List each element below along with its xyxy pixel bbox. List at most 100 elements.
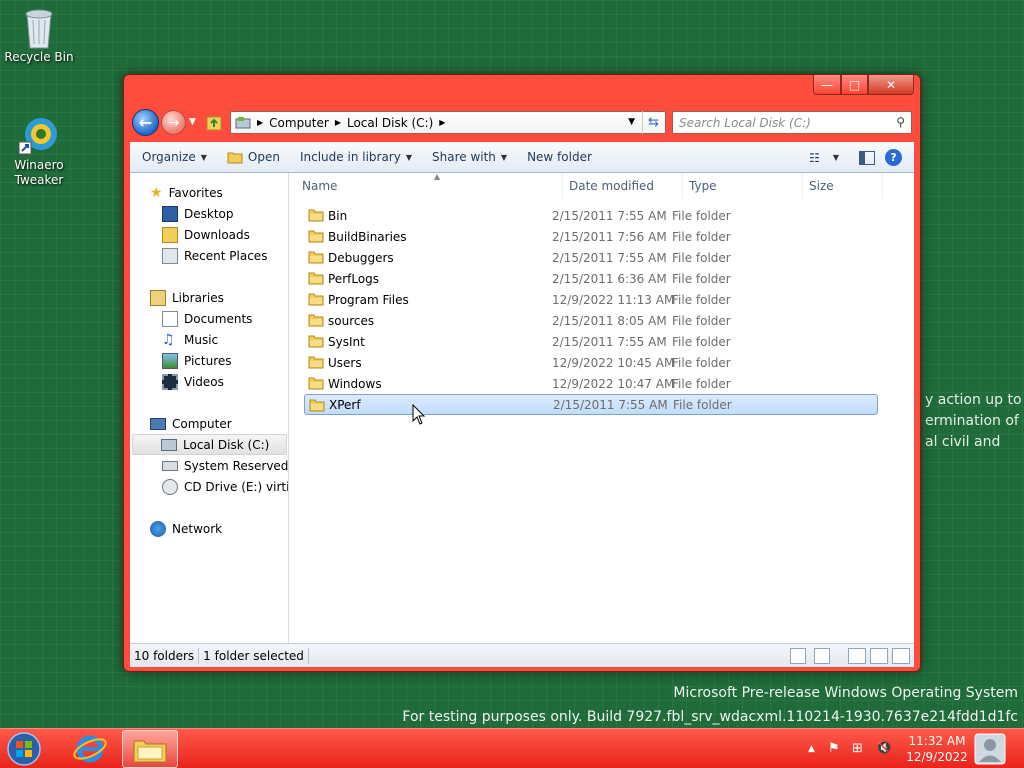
table-row[interactable]: BuildBinaries 2/15/2011 7:56 AM File folde… bbox=[304, 226, 878, 247]
table-row[interactable]: Debuggers 2/15/2011 7:55 AM File folder bbox=[304, 247, 878, 268]
user-avatar-icon[interactable] bbox=[972, 731, 1008, 767]
minimize-button[interactable]: — bbox=[813, 75, 841, 95]
file-name: PerfLogs bbox=[328, 271, 380, 286]
nav-computer-label: Computer bbox=[172, 416, 232, 431]
new-folder-label: New folder bbox=[527, 150, 592, 164]
chevron-down-icon: ▼ bbox=[200, 152, 207, 162]
column-header-type[interactable]: Type bbox=[683, 173, 803, 199]
breadcrumb-separator[interactable]: ▶ bbox=[335, 118, 341, 127]
search-icon[interactable]: ⚲ bbox=[896, 115, 905, 129]
show-hidden-icons[interactable]: ▲ bbox=[808, 744, 815, 754]
chevron-down-icon: ▼ bbox=[500, 152, 508, 162]
forward-button[interactable]: → bbox=[161, 110, 186, 135]
nav-favorites[interactable]: ★ Favorites bbox=[150, 182, 223, 203]
organize-button[interactable]: Organize ▼ bbox=[130, 150, 217, 164]
nav-documents[interactable]: Documents bbox=[162, 308, 252, 329]
videos-icon bbox=[162, 373, 178, 390]
nav-network[interactable]: Network bbox=[150, 518, 222, 539]
navigation-pane[interactable]: ★ Favorites Desktop Downloads Recent Pla… bbox=[130, 173, 289, 643]
change-view-button[interactable]: ☷ ▼ bbox=[799, 151, 849, 165]
table-row[interactable]: Users 12/9/2022 10:45 AM File folder bbox=[304, 352, 878, 373]
start-button[interactable] bbox=[3, 731, 45, 767]
internet-explorer-icon[interactable] bbox=[70, 732, 110, 766]
table-row[interactable]: Program Files 12/9/2022 11:13 AM File fold… bbox=[304, 289, 878, 310]
column-header-size[interactable]: Size bbox=[803, 173, 883, 199]
recycle-bin-shortcut[interactable]: Recycle Bin bbox=[1, 6, 77, 65]
maximize-button[interactable]: □ bbox=[841, 75, 868, 95]
breadcrumb-computer[interactable]: Computer bbox=[269, 116, 329, 130]
nav-desktop[interactable]: Desktop bbox=[162, 203, 234, 224]
nav-downloads[interactable]: Downloads bbox=[162, 224, 250, 245]
table-row[interactable]: SysInt 2/15/2011 7:55 AM File folder bbox=[304, 331, 878, 352]
layout-pane-icon[interactable] bbox=[848, 648, 866, 664]
table-row[interactable]: Bin 2/15/2011 7:55 AM File folder bbox=[304, 205, 878, 226]
nav-music[interactable]: ♫ Music bbox=[162, 329, 218, 350]
file-list-pane[interactable]: Name ▲ Date modified Type Size Bin 2/15/2… bbox=[290, 172, 914, 643]
documents-icon bbox=[162, 310, 178, 327]
taskbar-clock[interactable]: 11:32 AM 12/9/2022 bbox=[906, 733, 968, 765]
refresh-button[interactable]: ⇆ bbox=[642, 111, 664, 134]
table-row[interactable]: sources 2/15/2011 8:05 AM File folder bbox=[304, 310, 878, 331]
table-row[interactable]: Windows 12/9/2022 10:47 AM File folder bbox=[304, 373, 878, 394]
star-icon: ★ bbox=[150, 184, 163, 201]
winaero-shortcut[interactable]: Winaero Tweaker bbox=[1, 114, 77, 188]
winaero-icon bbox=[18, 118, 57, 155]
details-view-icon[interactable] bbox=[790, 648, 806, 664]
table-row[interactable]: XPerf 2/15/2011 7:55 AM File folder bbox=[304, 394, 878, 415]
address-dropdown-icon[interactable]: ▼ bbox=[628, 117, 635, 127]
back-arrow-icon: ← bbox=[138, 113, 153, 132]
breadcrumb-local-disk[interactable]: Local Disk (C:) bbox=[347, 116, 433, 130]
libraries-icon bbox=[150, 289, 166, 306]
breadcrumb-separator[interactable]: ▶ bbox=[257, 118, 263, 127]
column-header-date[interactable]: Date modified bbox=[563, 173, 683, 199]
recent-pages-dropdown[interactable]: ▼ bbox=[189, 117, 196, 127]
folder-icon bbox=[308, 293, 324, 306]
search-input[interactable]: Search Local Disk (C:) ⚲ bbox=[672, 111, 912, 134]
action-center-flag-icon[interactable]: ⚑ bbox=[828, 741, 840, 756]
network-tray-icon[interactable]: ⊞ bbox=[852, 741, 863, 756]
folder-up-icon[interactable] bbox=[206, 113, 222, 131]
background-text-line: al civil and bbox=[925, 434, 1001, 450]
share-with-button[interactable]: Share with ▼ bbox=[422, 150, 517, 164]
nav-local-disk[interactable]: Local Disk (C:) bbox=[132, 434, 287, 455]
nav-cd-drive[interactable]: CD Drive (E:) virtio-v bbox=[162, 476, 288, 497]
nav-videos-label: Videos bbox=[184, 374, 224, 389]
table-row[interactable]: PerfLogs 2/15/2011 6:36 AM File folder bbox=[304, 268, 878, 289]
help-icon[interactable]: ? bbox=[885, 149, 902, 166]
details-pane-icon[interactable] bbox=[892, 648, 910, 664]
explorer-window: — □ ✕ ← → ▼ ▶ Computer ▶ Local Disk (C:)… bbox=[123, 74, 921, 672]
close-button[interactable]: ✕ bbox=[868, 75, 914, 95]
file-type: File folder bbox=[672, 250, 731, 265]
thumbnail-view-icon[interactable] bbox=[814, 648, 830, 664]
file-date: 12/9/2022 11:13 AM bbox=[552, 292, 675, 307]
preview-pane-button[interactable] bbox=[849, 150, 885, 165]
file-date: 2/15/2011 7:55 AM bbox=[552, 208, 667, 223]
volume-muted-icon[interactable]: 🔇 bbox=[876, 741, 892, 756]
nav-libraries[interactable]: Libraries bbox=[150, 287, 224, 308]
taskbar-explorer-button[interactable] bbox=[122, 730, 178, 768]
column-header-name[interactable]: Name ▲ bbox=[296, 172, 563, 199]
address-bar[interactable]: ▶ Computer ▶ Local Disk (C:) ▶ ▼ bbox=[230, 111, 666, 134]
chevron-down-icon: ▼ bbox=[405, 152, 412, 162]
column-type-label: Type bbox=[689, 179, 717, 193]
new-folder-button[interactable]: New folder bbox=[517, 150, 602, 164]
nav-documents-label: Documents bbox=[184, 311, 253, 326]
nav-computer[interactable]: Computer bbox=[150, 413, 232, 434]
back-button[interactable]: ← bbox=[132, 109, 159, 136]
file-name: sources bbox=[328, 313, 375, 328]
drive-icon bbox=[162, 460, 178, 471]
downloads-folder-icon bbox=[162, 226, 178, 243]
include-in-library-button[interactable]: Include in library ▼ bbox=[290, 150, 422, 164]
computer-drive-icon bbox=[235, 116, 251, 128]
background-text-line: ermination of bbox=[925, 413, 1019, 429]
nav-pictures[interactable]: Pictures bbox=[162, 350, 232, 371]
preview-layout-icon[interactable] bbox=[870, 648, 888, 664]
nav-system-reserved[interactable]: System Reserved (D: bbox=[162, 455, 288, 476]
file-date: 2/15/2011 7:55 AM bbox=[552, 334, 667, 349]
open-button[interactable]: Open bbox=[217, 149, 290, 165]
nav-recent-places[interactable]: Recent Places bbox=[162, 245, 267, 266]
file-type: File folder bbox=[672, 313, 731, 328]
folder-icon bbox=[308, 251, 324, 264]
nav-videos[interactable]: Videos bbox=[162, 371, 224, 392]
breadcrumb-separator[interactable]: ▶ bbox=[439, 118, 445, 127]
